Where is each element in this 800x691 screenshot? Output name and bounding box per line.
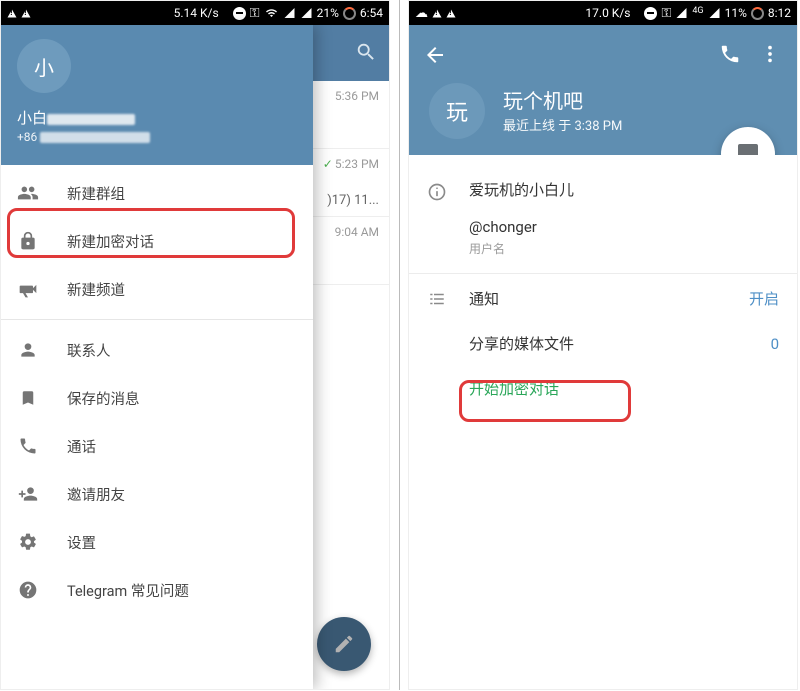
drawer-item-settings[interactable]: 设置 (1, 518, 313, 566)
key-icon: ⚿ (250, 6, 260, 21)
warning-icon: ! (447, 9, 456, 17)
warning-icon: ! (8, 9, 17, 17)
call-button[interactable] (719, 43, 741, 65)
statusbar-right: ☁ ! ! 17.0 K/s ⚿ 4G 11% 8:12 (409, 1, 797, 25)
signal-icon (708, 7, 721, 19)
drawer-item-label: 新建群组 (67, 183, 125, 204)
drawer-item-new-group[interactable]: 新建群组 (1, 169, 313, 217)
phone-right: ☁ ! ! 17.0 K/s ⚿ 4G 11% 8:12 玩 (408, 0, 798, 690)
row-label: 通知 (469, 288, 749, 309)
drawer-item-label: Telegram 常见问题 (67, 580, 189, 601)
drawer-item-saved[interactable]: 保存的消息 (1, 374, 313, 422)
avatar-letter: 玩 (446, 95, 468, 127)
bookmark-icon (17, 388, 39, 408)
row-notifications[interactable]: 通知 开启 (409, 276, 797, 321)
warning-icon: ! (22, 9, 31, 17)
check-icon: ✓ (323, 157, 333, 171)
more-button[interactable] (759, 43, 781, 65)
screenshot-divider (399, 0, 400, 690)
drawer-item-invite[interactable]: 邀请朋友 (1, 470, 313, 518)
signal-icon (675, 7, 688, 19)
drawer-item-label: 设置 (67, 532, 96, 553)
battery-text: 11% (725, 6, 747, 20)
network-4g-text: 4G (692, 6, 703, 16)
drawer-item-calls[interactable]: 通话 (1, 422, 313, 470)
warning-icon: ! (433, 9, 442, 17)
signal-icon (283, 7, 296, 19)
person-add-icon (17, 484, 39, 504)
drawer-item-contacts[interactable]: 联系人 (1, 326, 313, 374)
group-icon (17, 182, 39, 204)
wifi-icon (264, 7, 279, 19)
person-icon (17, 340, 39, 360)
profile-body: 爱玩机的小白儿 @chonger 用户名 通知 开启 分享的媒体文件 0 开始加… (409, 155, 797, 689)
dnd-icon (644, 7, 657, 20)
avatar-letter: 小 (34, 52, 54, 81)
drawer-item-label: 新建加密对话 (67, 231, 154, 252)
chat-time: 5:36 PM (311, 89, 379, 103)
info-icon (427, 179, 469, 202)
chat-preview: )17) 11... (311, 193, 379, 208)
chat-list-peek: 5:36 PM ✓5:23 PM )17) 11... 9:04 AM (311, 81, 389, 285)
key-icon: ⚿ (661, 6, 671, 21)
dnd-icon (233, 7, 246, 20)
network-speed: 5.14 K/s (174, 6, 219, 20)
redacted-text (47, 114, 135, 125)
chat-time: 9:04 AM (311, 225, 379, 239)
drawer-item-label: 保存的消息 (67, 388, 140, 409)
statusbar-left: ! ! 5.14 K/s ⚿ 21% 6:54 (1, 1, 389, 25)
row-value: 0 (771, 335, 779, 353)
drawer-item-faq[interactable]: Telegram 常见问题 (1, 566, 313, 614)
drawer-item-label: 新建频道 (67, 279, 125, 300)
clock-text: 6:54 (360, 6, 383, 20)
divider (409, 273, 797, 274)
lock-icon (17, 231, 39, 251)
clock-text: 8:12 (768, 6, 791, 20)
drawer-item-label: 通话 (67, 436, 96, 457)
profile-avatar[interactable]: 玩 (429, 83, 485, 139)
info-section: 爱玩机的小白儿 @chonger 用户名 (409, 155, 797, 257)
chat-row[interactable]: 9:04 AM (311, 217, 389, 285)
start-secret-chat-label: 开始加密对话 (469, 380, 559, 398)
profile-username-label: 用户名 (469, 240, 779, 257)
profile-username[interactable]: @chonger (469, 218, 779, 236)
megaphone-icon (17, 279, 39, 299)
drawer-username: 小白 (17, 107, 297, 128)
navigation-drawer: 小 小白 +86 新建群组 新建加密对话 (1, 25, 313, 689)
drawer-header: 小 小白 +86 (1, 25, 313, 165)
drawer-item-new-channel[interactable]: 新建频道 (1, 265, 313, 313)
row-shared-media[interactable]: 分享的媒体文件 0 (409, 321, 797, 366)
list-icon (427, 290, 469, 308)
chat-time: 5:23 PM (335, 157, 379, 171)
back-button[interactable] (423, 43, 447, 67)
search-icon[interactable] (355, 41, 377, 63)
drawer-item-new-secret-chat[interactable]: 新建加密对话 (1, 217, 313, 265)
profile-bio: 爱玩机的小白儿 (469, 179, 779, 200)
drawer-list: 新建群组 新建加密对话 新建频道 联系人 (1, 165, 313, 614)
row-value: 开启 (749, 288, 779, 309)
wechat-icon: ☁ (415, 6, 428, 21)
row-start-secret-chat[interactable]: 开始加密对话 (409, 366, 797, 411)
row-label: 分享的媒体文件 (469, 333, 771, 354)
phone-left: ! ! 5.14 K/s ⚿ 21% 6:54 (0, 0, 390, 690)
phone-icon (17, 436, 39, 456)
drawer-item-label: 联系人 (67, 340, 111, 361)
network-speed: 17.0 K/s (585, 6, 630, 20)
drawer-item-label: 邀请朋友 (67, 484, 125, 505)
divider (1, 319, 313, 320)
help-icon (17, 580, 39, 600)
chat-row[interactable]: 5:36 PM (311, 81, 389, 149)
battery-text: 21% (317, 6, 339, 20)
avatar[interactable]: 小 (17, 39, 71, 93)
spinner-icon (751, 7, 764, 20)
gear-icon (17, 532, 39, 552)
drawer-phone: +86 (17, 130, 297, 144)
chat-row[interactable]: ✓5:23 PM )17) 11... (311, 149, 389, 217)
profile-status: 最近上线 于 3:38 PM (503, 115, 622, 134)
redacted-text (40, 132, 150, 143)
signal-icon (300, 7, 313, 19)
compose-fab[interactable] (317, 617, 371, 671)
profile-name: 玩个机吧 (503, 85, 583, 114)
spinner-icon (343, 7, 356, 20)
